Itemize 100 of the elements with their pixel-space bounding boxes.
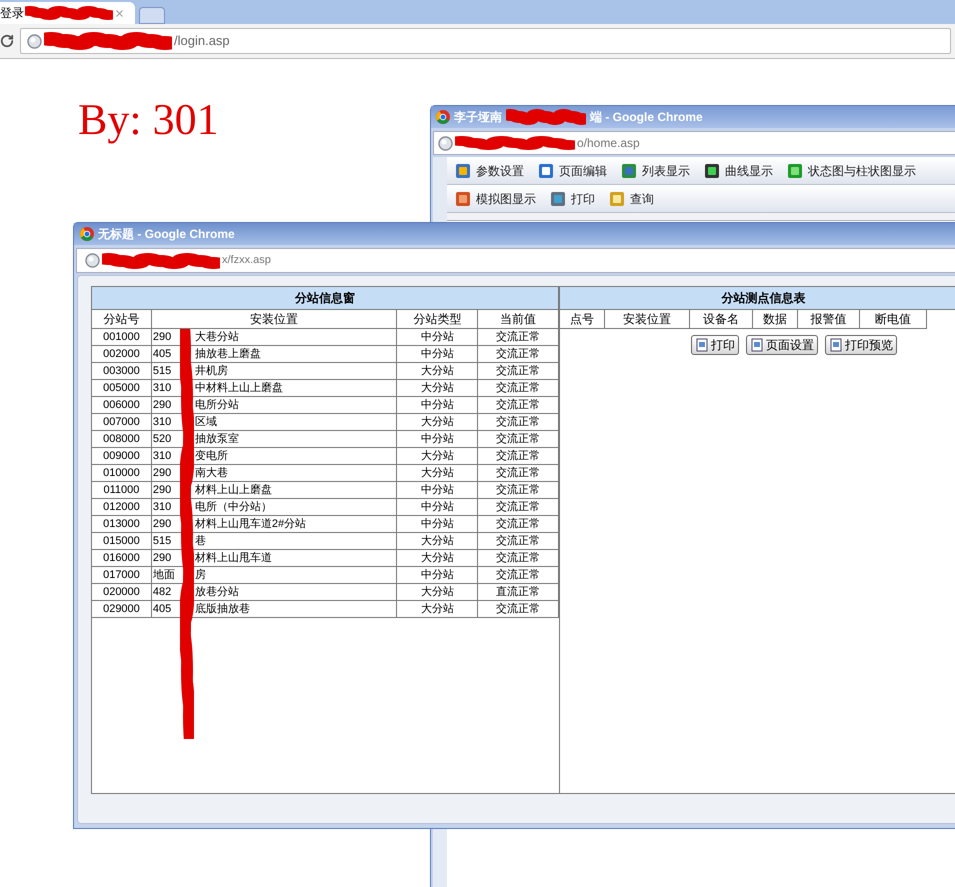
table-title: 分站测点信息表 bbox=[560, 287, 955, 310]
table-cell: 大分站 bbox=[397, 601, 478, 618]
table-cell: 013000 bbox=[92, 516, 152, 533]
table-cell: 006000 bbox=[92, 397, 152, 414]
table-cell: 大分站 bbox=[397, 380, 478, 397]
table-cell: 直流正常 bbox=[478, 584, 559, 601]
column-header: 安装位置 bbox=[605, 310, 690, 329]
column-header: 分站类型 bbox=[397, 310, 478, 329]
globe-icon bbox=[27, 34, 42, 48]
toolbar-button[interactable]: 打印 bbox=[550, 190, 595, 208]
table-cell-text: 房 bbox=[194, 568, 206, 583]
table-cell-text: 310 bbox=[152, 381, 172, 396]
table-cell: 大分站 bbox=[397, 550, 478, 567]
table-cell-text: 290 bbox=[152, 551, 172, 566]
reload-icon[interactable] bbox=[0, 34, 14, 48]
table-cell: 交流正常 bbox=[478, 482, 559, 499]
address-bar[interactable]: /login.asp bbox=[20, 28, 951, 54]
table-cell: 017000 bbox=[92, 567, 152, 584]
table-cell: 交流正常 bbox=[478, 465, 559, 482]
table-cell: 中分站 bbox=[397, 516, 478, 533]
address-text: o/home.asp bbox=[577, 135, 640, 152]
table-title: 分站信息窗 bbox=[92, 287, 559, 310]
table-cell-text: 大巷分站 bbox=[194, 330, 239, 345]
table-cell: 大分站 bbox=[397, 533, 478, 550]
table-cell: 交流正常 bbox=[478, 329, 559, 346]
table-cell-text: 巷 bbox=[194, 534, 206, 549]
column-header: 设备名 bbox=[690, 310, 753, 329]
table-cell-text: 地面 bbox=[152, 568, 176, 583]
table-cell: 大分站 bbox=[397, 414, 478, 431]
table-cell: 交流正常 bbox=[478, 346, 559, 363]
table-cell: 001000 bbox=[92, 329, 152, 346]
table-cell-text: 405 bbox=[152, 602, 172, 617]
table-cell-text: 材料上山上磨盘 bbox=[194, 482, 272, 498]
table-cell: 交流正常 bbox=[478, 550, 559, 567]
table-cell-text: 290 bbox=[152, 483, 172, 498]
table-cell-text: 南大巷 bbox=[194, 466, 228, 481]
print-button[interactable]: 打印 bbox=[691, 335, 739, 355]
browser-logo-icon bbox=[436, 110, 450, 124]
address-bar[interactable]: x/fzxx.asp bbox=[76, 248, 955, 273]
table-cell: 交流正常 bbox=[478, 499, 559, 516]
window-title: 李子垭南 bbox=[454, 109, 502, 126]
table-cell: 中分站 bbox=[397, 346, 478, 363]
table-cell: 007000 bbox=[92, 414, 152, 431]
table-cell-text: 310 bbox=[152, 500, 172, 515]
toolbar-button[interactable]: 列表显示 bbox=[621, 162, 690, 180]
address-text: /login.asp bbox=[174, 32, 230, 50]
table-cell-text: 515 bbox=[152, 364, 172, 379]
table-cell-text: 290 bbox=[152, 398, 172, 413]
table-cell-text: 310 bbox=[152, 415, 172, 430]
table-cell-text: 放巷分站 bbox=[194, 585, 239, 600]
new-tab-button[interactable] bbox=[139, 7, 165, 24]
table-cell: 中分站 bbox=[397, 431, 478, 448]
table-cell-text: 电所（中分站） bbox=[194, 500, 272, 515]
table-cell: 交流正常 bbox=[478, 431, 559, 448]
table-cell: 中分站 bbox=[397, 329, 478, 346]
toolbar-button[interactable]: 查询 bbox=[609, 190, 654, 208]
table-cell: 005000 bbox=[92, 380, 152, 397]
toolbar-button[interactable]: 页面编辑 bbox=[538, 162, 607, 180]
globe-icon bbox=[438, 136, 453, 150]
table-cell: 015000 bbox=[92, 533, 152, 550]
toolbar-button[interactable]: 模拟图显示 bbox=[455, 190, 536, 208]
table-cell-text: 区域 bbox=[194, 415, 217, 430]
column-header: 当前值 bbox=[478, 310, 559, 329]
table-cell-text: 电所分站 bbox=[194, 398, 239, 413]
table-cell: 交流正常 bbox=[478, 601, 559, 618]
toolbar-button[interactable]: 状态图与柱状图显示 bbox=[787, 162, 916, 180]
table-cell: 009000 bbox=[92, 448, 152, 465]
table-cell-text: 材料上山甩车道 bbox=[194, 551, 272, 566]
toolbar-button[interactable]: 曲线显示 bbox=[704, 162, 773, 180]
print-button[interactable]: 页面设置 bbox=[746, 335, 818, 355]
table-cell: 交流正常 bbox=[478, 567, 559, 584]
table-cell: 中分站 bbox=[397, 482, 478, 499]
column-header: 报警值 bbox=[798, 310, 860, 329]
table-cell: 003000 bbox=[92, 363, 152, 380]
column-header: 数据 bbox=[753, 310, 798, 329]
page-heading: By: 301 bbox=[78, 98, 219, 142]
table-cell-text: 520 bbox=[152, 432, 172, 447]
table-cell-text: 290 bbox=[152, 517, 172, 532]
table-cell-text: 底版抽放巷 bbox=[194, 602, 250, 617]
table-cell: 016000 bbox=[92, 550, 152, 567]
table-cell-text: 抽放巷上磨盘 bbox=[194, 346, 261, 362]
window-title: 无标题 - Google Chrome bbox=[98, 226, 235, 243]
table-cell-text: 310 bbox=[152, 449, 172, 464]
table-cell: 029000 bbox=[92, 601, 152, 618]
column-header: 分站号 bbox=[92, 310, 152, 329]
table-cell: 大分站 bbox=[397, 584, 478, 601]
print-button[interactable]: 打印预览 bbox=[825, 335, 897, 355]
address-text: x/fzxx.asp bbox=[222, 253, 271, 268]
toolbar-button[interactable]: 参数设置 bbox=[455, 162, 524, 180]
table-cell: 交流正常 bbox=[478, 380, 559, 397]
globe-icon bbox=[85, 253, 100, 268]
window-title: 端 - Google Chrome bbox=[590, 109, 703, 126]
address-bar[interactable]: o/home.asp bbox=[433, 131, 955, 155]
browser-tab[interactable]: 登录 bbox=[0, 2, 135, 24]
table-cell: 交流正常 bbox=[478, 533, 559, 550]
table-cell-text: 405 bbox=[152, 347, 172, 362]
table-cell: 中分站 bbox=[397, 397, 478, 414]
column-header: 安装位置 bbox=[152, 310, 398, 329]
close-icon[interactable] bbox=[114, 8, 125, 18]
table-cell: 中分站 bbox=[397, 499, 478, 516]
